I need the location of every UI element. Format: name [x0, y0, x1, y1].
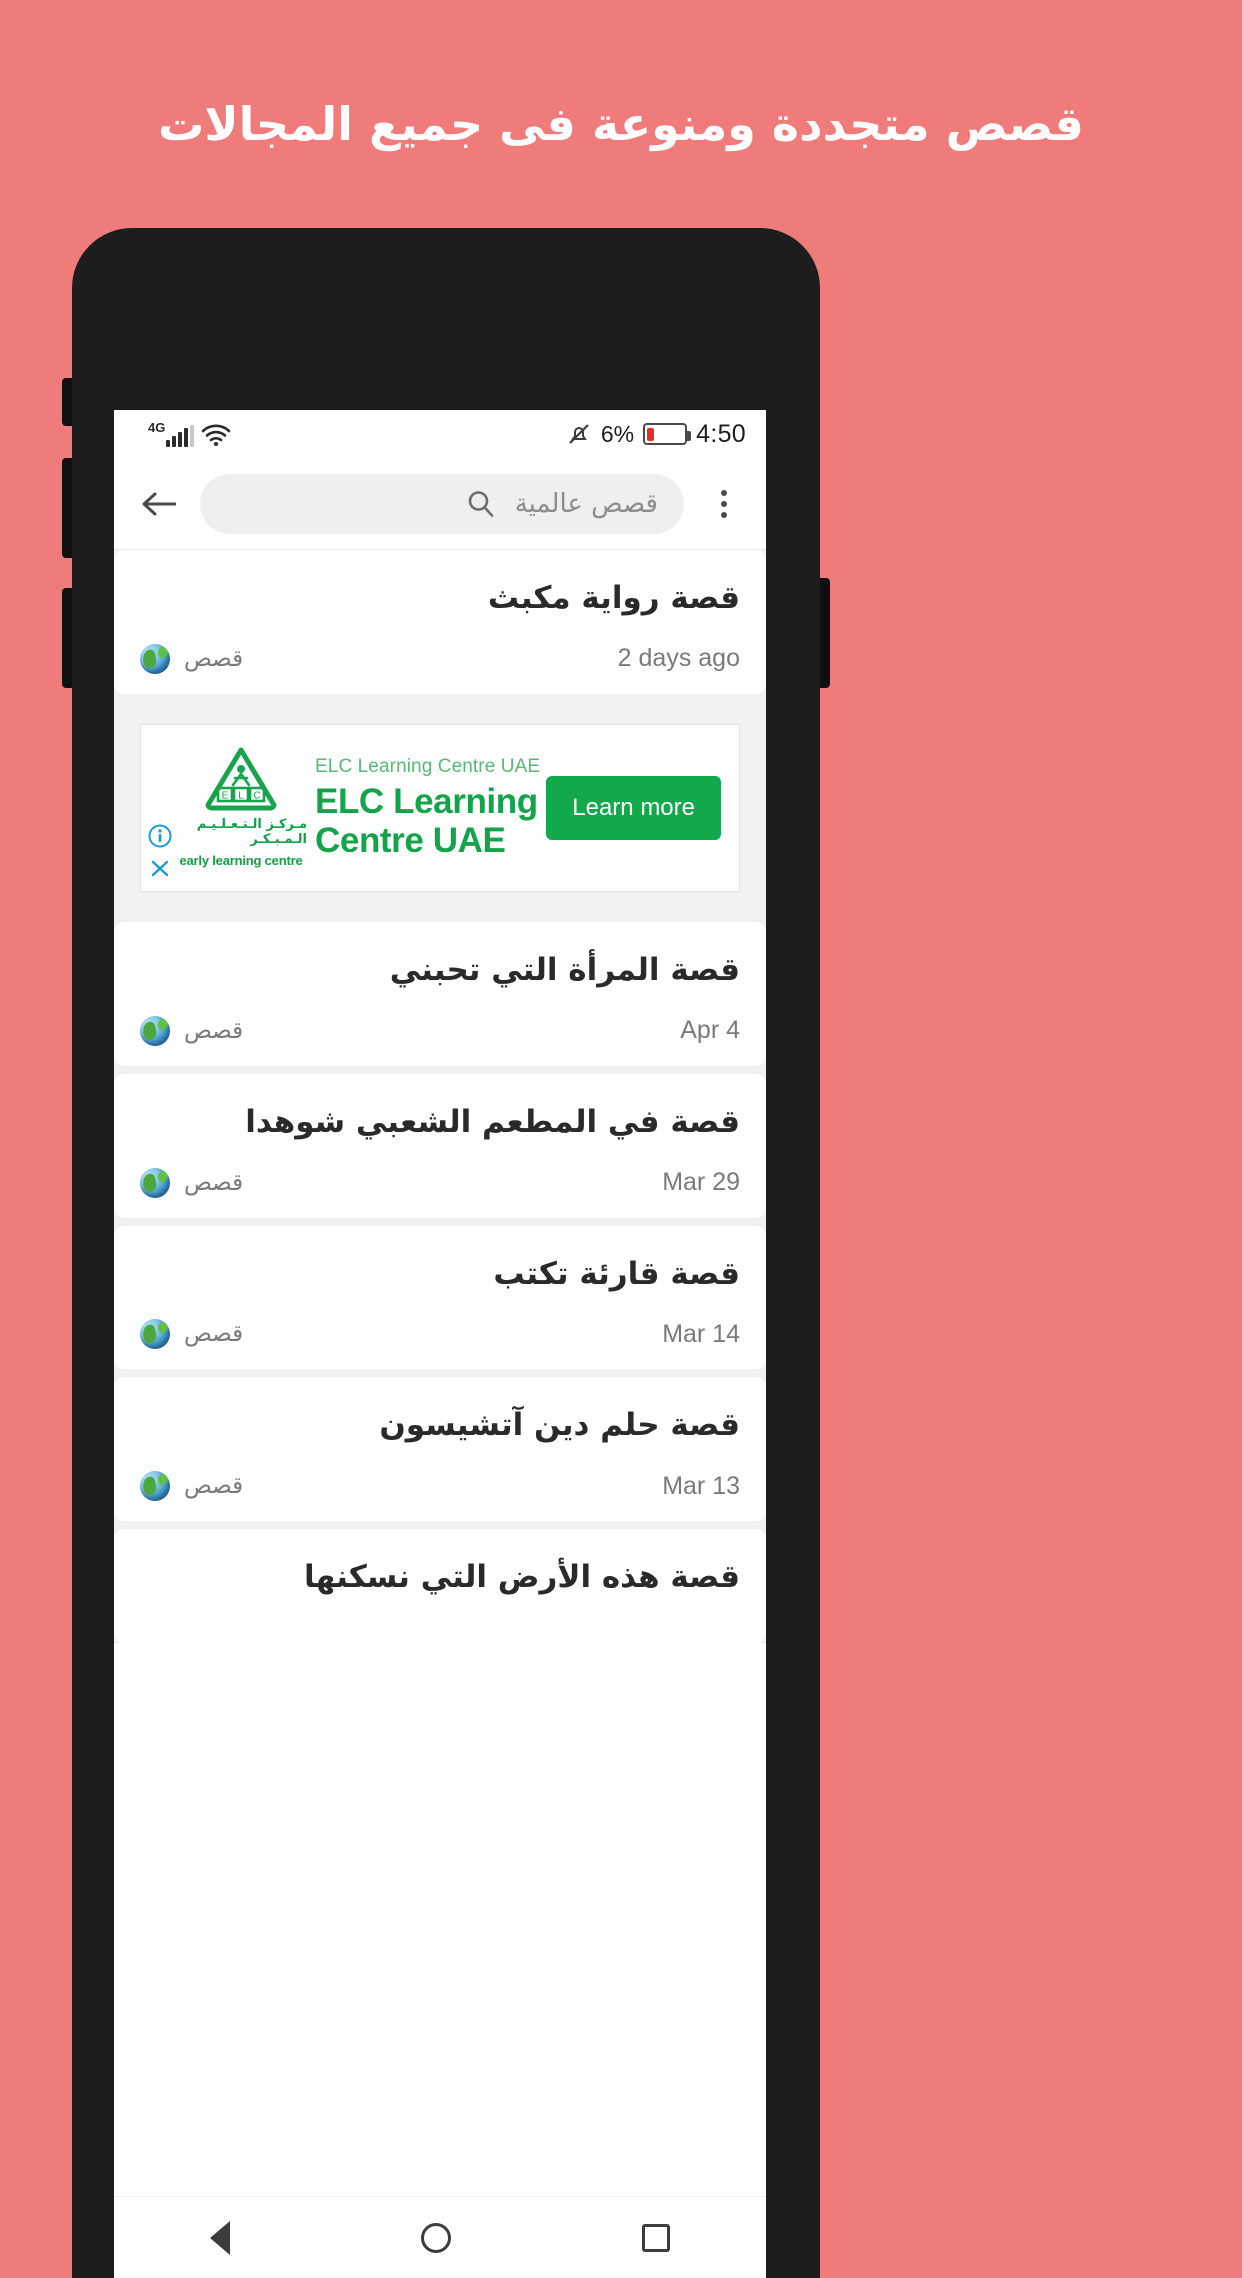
list-item[interactable]: قصة رواية مكبث قصص 2 days ago: [114, 550, 766, 694]
phone-device-frame: 4G 6% 4:50 قصص عالمية قصة رواية مكبث قصص…: [62, 228, 830, 2278]
story-title: قصة قارئة تكتب: [493, 1255, 740, 1292]
svg-text:C: C: [253, 791, 260, 802]
story-meta: قصص 2 days ago: [140, 643, 740, 674]
nav-home-circle-icon[interactable]: [420, 2222, 451, 2253]
search-input[interactable]: قصص عالمية: [200, 473, 684, 534]
globe-icon: [140, 1319, 170, 1350]
ad-advertiser-logo: E L C مـركـز الـتـعـلـيـم الـمـبـكـر ear…: [175, 741, 307, 875]
nav-back-triangle-icon[interactable]: [209, 2220, 230, 2255]
story-title: قصة رواية مكبث: [487, 580, 740, 616]
list-item[interactable]: قصة في المطعم الشعبي شوهدا قصص Mar 29: [114, 1073, 766, 1218]
globe-icon: [140, 1015, 170, 1046]
volume-down-button[interactable]: [62, 588, 72, 688]
story-source: قصص: [184, 645, 244, 672]
ad-info-icon[interactable]: [147, 823, 173, 849]
globe-icon: [140, 1471, 170, 1502]
battery-percent-label: 6%: [600, 420, 635, 447]
story-source: قصص: [184, 1169, 244, 1196]
list-item[interactable]: قصة هذه الأرض التي نسكنها: [114, 1529, 766, 1644]
search-toolbar: قصص عالمية: [114, 458, 766, 550]
wifi-icon: [202, 424, 231, 446]
elc-triangle-logo-icon: E L C: [205, 747, 277, 811]
svg-text:E: E: [222, 791, 229, 802]
story-title: قصة حلم دين آتشيسون: [379, 1407, 740, 1444]
back-arrow-icon[interactable]: [132, 476, 188, 532]
story-date: 2 days ago: [617, 644, 740, 673]
story-date: Apr 4: [680, 1016, 740, 1045]
status-bar-left: 4G: [148, 421, 231, 447]
ad-headline: ELC Learning Centre UAE: [315, 781, 538, 860]
advertisement-slot: E L C مـركـز الـتـعـلـيـم الـمـبـكـر ear…: [114, 701, 766, 914]
more-vertical-icon[interactable]: [696, 476, 752, 532]
search-input-value: قصص عالمية: [514, 488, 658, 519]
story-title: قصة في المطعم الشعبي شوهدا: [245, 1103, 740, 1140]
signal-strength-bars: [166, 425, 195, 447]
status-bar-right: 6% 4:50: [566, 420, 746, 449]
learn-more-button[interactable]: Learn more: [546, 775, 721, 840]
story-meta: قصص Apr 4: [140, 1015, 740, 1046]
ad-close-icon[interactable]: [147, 855, 173, 881]
power-button[interactable]: [820, 578, 830, 688]
story-source: قصص: [184, 1017, 244, 1044]
story-meta: قصص Mar 14: [140, 1319, 740, 1350]
list-item[interactable]: قصة قارئة تكتب قصص Mar 14: [114, 1225, 766, 1370]
story-source: قصص: [184, 1473, 244, 1500]
story-list: قصة رواية مكبث قصص 2 days ago E L C مـرك…: [114, 550, 766, 1644]
globe-icon: [140, 1167, 170, 1198]
signal-bars-icon: 4G: [148, 420, 195, 447]
ad-badges: [147, 823, 173, 881]
story-source: قصص: [184, 1321, 244, 1348]
phone-screen: 4G 6% 4:50 قصص عالمية قصة رواية مكبث قصص…: [114, 410, 766, 2278]
story-date: Mar 29: [662, 1168, 740, 1197]
ad-kicker: ELC Learning Centre UAE: [315, 755, 541, 777]
globe-icon: [140, 643, 170, 674]
mute-switch[interactable]: [62, 378, 72, 426]
battery-low-icon: [643, 423, 692, 445]
network-type-label: 4G: [148, 420, 166, 435]
status-bar: 4G 6% 4:50: [114, 410, 766, 458]
story-meta: قصص Mar 29: [140, 1167, 740, 1198]
clock-label: 4:50: [696, 419, 746, 448]
bell-muted-icon: [569, 424, 589, 444]
ad-logo-arabic-text: مـركـز الـتـعـلـيـم الـمـبـكـر: [196, 817, 307, 848]
ad-logo-english-text: early learning centre: [179, 853, 303, 869]
android-navigation-bar: [114, 2196, 766, 2278]
story-date: Mar 14: [662, 1319, 740, 1348]
promo-headline: قصص متجددة ومنوعة فى جميع المجالات: [158, 97, 1084, 151]
ad-text-block: ELC Learning Centre UAE ELC Learning Cen…: [307, 741, 546, 875]
story-meta: قصص Mar 13: [140, 1471, 740, 1502]
story-title: قصة هذه الأرض التي نسكنها: [303, 1559, 740, 1596]
ad-card[interactable]: E L C مـركـز الـتـعـلـيـم الـمـبـكـر ear…: [140, 723, 740, 892]
list-item[interactable]: قصة المرأة التي تحبني قصص Apr 4: [114, 921, 766, 1066]
list-item[interactable]: قصة حلم دين آتشيسون قصص Mar 13: [114, 1377, 766, 1522]
volume-up-button[interactable]: [62, 458, 72, 558]
story-date: Mar 13: [662, 1471, 740, 1500]
nav-recents-square-icon[interactable]: [642, 2223, 671, 2252]
svg-text:L: L: [238, 791, 244, 802]
search-icon: [468, 490, 494, 517]
story-title: قصة المرأة التي تحبني: [389, 951, 740, 988]
